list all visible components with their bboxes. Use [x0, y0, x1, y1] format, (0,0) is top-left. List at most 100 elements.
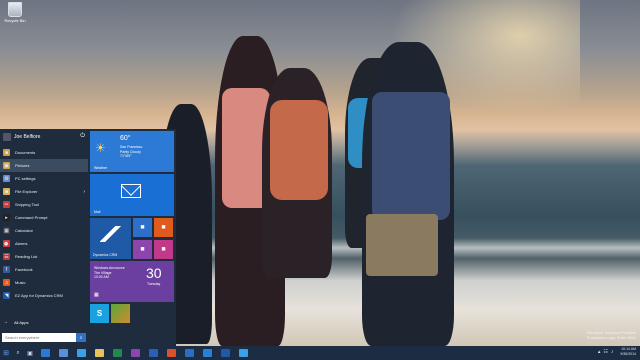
calendar-day: 30 [146, 265, 162, 281]
start-button[interactable]: ⊞ [0, 346, 12, 360]
photos-tile[interactable]: ■ [154, 240, 173, 259]
taskbar-app-glyph [76, 349, 86, 357]
powerpoint-icon[interactable] [162, 346, 180, 360]
outlook-icon[interactable] [180, 346, 198, 360]
recycle-bin-shortcut[interactable]: Recycle Bin [4, 2, 26, 23]
start-menu: Joe Belfiore ⏻ ■ Documents ▣ Pictures ⚙ PC se… [0, 129, 176, 346]
live-tiles: ☀ 60° San Francisco Partly Cloudy 71°/60… [90, 131, 176, 346]
start-menu-item-label: EZ App for Dynamics CRM [15, 293, 63, 298]
task-view-icon[interactable]: ▣ [24, 346, 36, 360]
recycle-bin-icon [8, 2, 22, 17]
recycle-bin-label: Recycle Bin [4, 18, 26, 23]
file-explorer-icon[interactable] [90, 346, 108, 360]
taskbar: ⊞ ⌕ ▣ ▴ ☷ ♪ 10:14 AM 9/30/2014 [0, 346, 640, 360]
taskbar-app-glyph [238, 349, 248, 357]
search-box[interactable]: Search everywhere ⌕ [2, 333, 86, 342]
crm-icon[interactable] [216, 346, 234, 360]
mail-tile[interactable]: Mail [90, 174, 174, 216]
powershell-icon: ■ [140, 224, 145, 231]
start-menu-item[interactable]: ▦ Calculator [0, 224, 88, 237]
wallpaper-person [270, 100, 328, 200]
start-menu-item-label: Snipping Tool [15, 202, 39, 207]
start-menu-item[interactable]: ✂ Snipping Tool [0, 198, 88, 211]
word-icon[interactable] [144, 346, 162, 360]
onenote-tile[interactable]: ■ [133, 240, 152, 259]
ie-icon[interactable] [72, 346, 90, 360]
skype-tile[interactable]: S [90, 304, 109, 323]
power-icon[interactable]: ⏻ [80, 133, 85, 140]
start-menu-item[interactable]: ■ Documents [0, 146, 88, 159]
start-menu-item-label: Calculator [15, 228, 34, 233]
weather-details: San Francisco Partly Cloudy 71°/60° [120, 145, 168, 159]
taskbar-app-glyph [166, 349, 176, 357]
weather-temperature: 60° [120, 135, 131, 142]
taskbar-app-glyph [184, 349, 194, 357]
start-menu-item[interactable]: ⏰ Alarms [0, 237, 88, 250]
folder-icon: ■ [3, 149, 10, 156]
crm-logo-icon [100, 226, 122, 242]
crm-icon: ◥ [3, 292, 10, 299]
search-icon[interactable]: ⌕ [12, 346, 24, 360]
lync-icon[interactable] [198, 346, 216, 360]
start-menu-item-label: PC settings [15, 176, 36, 181]
start-menu-item[interactable]: ♫ Music [0, 276, 88, 289]
scissors-icon: ✂ [3, 201, 10, 208]
mail-tile-label: Mail [94, 210, 101, 214]
people-app-icon[interactable] [54, 346, 72, 360]
search-input[interactable]: Search everywhere [2, 335, 76, 340]
wallpaper-person [372, 92, 450, 220]
all-apps-button[interactable]: → All Apps [3, 319, 28, 325]
start-menu-item-label: Facebook [15, 267, 33, 272]
start-menu-left-pane: Joe Belfiore ⏻ ■ Documents ▣ Pictures ⚙ PC se… [0, 129, 88, 346]
taskbar-app-glyph [112, 349, 122, 357]
taskbar-app-glyph [40, 349, 50, 357]
start-menu-item-label: Alarms [15, 241, 28, 246]
excel-icon[interactable] [108, 346, 126, 360]
weather-tile[interactable]: ☀ 60° San Francisco Partly Cloudy 71°/60… [90, 131, 174, 172]
taskbar-app-glyph [148, 349, 158, 357]
start-menu-item[interactable]: ▸ Command Prompt [0, 211, 88, 224]
game-tile[interactable] [111, 304, 130, 323]
user-account[interactable]: Joe Belfiore ⏻ [3, 132, 87, 142]
onenote-icon[interactable] [126, 346, 144, 360]
search-icon[interactable]: ⌕ [76, 333, 86, 342]
start-menu-item-label: File Explorer [15, 189, 38, 194]
mail-app-icon[interactable] [36, 346, 54, 360]
wallpaper-person [366, 214, 438, 276]
start-menu-item-label: Music [15, 280, 26, 285]
start-menu-item-label: Command Prompt [15, 215, 48, 220]
folder-icon: ■ [3, 188, 10, 195]
clock-date: 9/30/2014 [620, 352, 636, 356]
volume-icon[interactable]: ♪ [611, 349, 614, 355]
start-menu-item[interactable]: ⚙ PC settings [0, 172, 88, 185]
calendar-weekday: Tuesday [147, 282, 161, 286]
onenote-icon: ■ [140, 246, 145, 253]
start-menu-item[interactable]: ◥ EZ App for Dynamics CRM [0, 289, 88, 302]
powershell-tile[interactable]: ■ [133, 218, 152, 237]
all-apps-label: All Apps [14, 319, 29, 325]
evaluation-watermark: Windows Technical Preview Evaluation cop… [587, 330, 636, 341]
arrow-right-icon: → [3, 319, 8, 325]
remote-desktop-icon[interactable] [234, 346, 252, 360]
start-menu-item[interactable]: f Facebook [0, 263, 88, 276]
partly-cloudy-icon: ☀ [95, 141, 106, 155]
start-menu-item[interactable]: ■ File Explorer › [0, 185, 88, 198]
gear-icon: ⚙ [3, 175, 10, 182]
crm-tile-label: Dynamics CRM [93, 253, 118, 257]
start-menu-item[interactable]: ☰ Reading List [0, 250, 88, 263]
calendar-event: Windows Announce The Village 10:00 AM [94, 266, 140, 280]
taskbar-app-glyph [130, 349, 140, 357]
list-icon: ☰ [3, 253, 10, 260]
network-icon[interactable]: ☷ [603, 349, 607, 355]
start-menu-item-label: Documents [15, 150, 36, 155]
notifications-icon[interactable]: ▴ [598, 349, 601, 355]
skype-icon: S [96, 309, 103, 318]
clock[interactable]: 10:14 AM 9/30/2014 [620, 347, 636, 357]
start-menu-item[interactable]: ▣ Pictures [0, 159, 88, 172]
dynamics-crm-tile[interactable]: Dynamics CRM [90, 218, 131, 259]
office-tile[interactable]: ■ [154, 218, 173, 237]
calendar-tile[interactable]: Windows Announce The Village 10:00 AM 30… [90, 261, 174, 302]
taskbar-app-glyph [94, 349, 104, 357]
system-tray: ▴ ☷ ♪ 10:14 AM 9/30/2014 [598, 347, 636, 357]
taskbar-app-glyph [220, 349, 230, 357]
